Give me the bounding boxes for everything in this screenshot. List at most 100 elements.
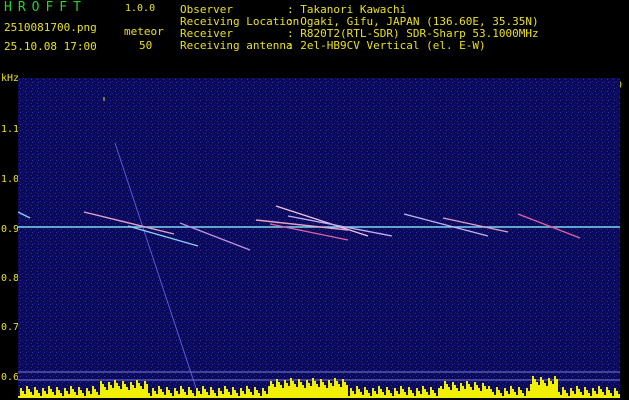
histogram-bar — [128, 390, 130, 398]
histogram-bar — [114, 380, 116, 398]
histogram-bar — [430, 387, 432, 398]
histogram-bar — [546, 386, 548, 398]
histogram-bar — [552, 384, 554, 398]
histogram-bar — [306, 380, 308, 398]
histogram-bar — [246, 386, 248, 398]
histogram-bar — [208, 395, 210, 398]
histogram-bar — [24, 394, 26, 398]
histogram-bar — [368, 393, 370, 398]
histogram-bar — [398, 394, 400, 398]
histogram-bar — [596, 394, 598, 398]
histogram-bar — [324, 385, 326, 398]
histogram-bar — [322, 382, 324, 398]
histogram-bar — [234, 390, 236, 398]
histogram-bar — [332, 386, 334, 398]
histogram-bar — [200, 394, 202, 398]
histogram-bar — [32, 395, 34, 398]
histogram-bar — [270, 381, 272, 398]
histogram-bar — [52, 392, 54, 398]
histogram-bar — [352, 391, 354, 398]
histogram-bar — [310, 386, 312, 398]
y-tick-1-1: 1.1 — [1, 124, 20, 135]
histogram-bar — [518, 387, 520, 398]
histogram-bar — [606, 387, 608, 398]
histogram-bar — [314, 381, 316, 398]
histogram-bar — [402, 389, 404, 398]
histogram-bar — [180, 386, 182, 398]
histogram-bar — [152, 388, 154, 398]
histogram-bar — [418, 391, 420, 398]
histogram-bar — [520, 390, 522, 398]
histogram-bar — [582, 395, 584, 398]
histogram-bar — [258, 393, 260, 398]
histogram-bar — [238, 396, 240, 398]
histogram-bar — [124, 384, 126, 398]
histogram-bar — [462, 386, 464, 398]
file-name: 2510081700.png — [4, 21, 97, 34]
histogram-bar — [174, 388, 176, 398]
histogram-bar — [170, 393, 172, 398]
date-time: 25.10.08 17:00 — [4, 40, 97, 53]
histogram-bar — [422, 386, 424, 398]
histogram-bar — [496, 387, 498, 398]
histogram-bar — [356, 386, 358, 398]
histogram-bar — [108, 382, 110, 398]
histogram-bar — [226, 389, 228, 398]
histogram-bar — [266, 394, 268, 398]
histogram-bar — [320, 379, 322, 398]
histogram-bar — [110, 385, 112, 398]
histogram-bar — [182, 389, 184, 398]
histogram-bar — [452, 382, 454, 398]
histogram-bar — [556, 379, 558, 398]
histogram-bar — [82, 393, 84, 398]
histogram-bar — [268, 386, 270, 398]
histogram-bar — [264, 391, 266, 398]
histogram-bar — [534, 379, 536, 398]
histogram-bar — [66, 391, 68, 398]
histogram-bar — [148, 393, 150, 398]
histogram-bar — [554, 376, 556, 398]
histogram-bar — [384, 395, 386, 398]
histogram-bar — [598, 386, 600, 398]
histogram-bar — [150, 396, 152, 398]
histogram-bar — [144, 381, 146, 398]
histogram-bar — [166, 387, 168, 398]
histogram-bar — [78, 387, 80, 398]
histogram-bar — [388, 390, 390, 398]
histogram-bar — [456, 388, 458, 398]
y-tick-0-9: 0.9 — [1, 224, 20, 235]
histogram-bar — [524, 396, 526, 398]
histogram-bar — [72, 389, 74, 398]
histogram-bar — [426, 392, 428, 398]
histogram-bar — [400, 386, 402, 398]
histogram-bar — [262, 388, 264, 398]
histogram-bar — [118, 386, 120, 398]
histogram-bar — [420, 394, 422, 398]
histogram-bar — [612, 396, 614, 398]
histogram-bar — [362, 395, 364, 398]
histogram-bar — [126, 387, 128, 398]
histogram-bar — [80, 390, 82, 398]
histogram-bar — [350, 388, 352, 398]
histogram-bar — [76, 395, 78, 398]
histogram-bar — [494, 395, 496, 398]
histogram-bar — [168, 390, 170, 398]
histogram-bar — [210, 387, 212, 398]
histogram-bar — [586, 390, 588, 398]
histogram-bar — [446, 384, 448, 398]
histogram-bar — [526, 388, 528, 398]
histogram-bar — [272, 384, 274, 398]
histogram-bar — [562, 387, 564, 398]
histogram-bar — [522, 393, 524, 398]
histogram-bar — [60, 393, 62, 398]
histogram-bar — [22, 391, 24, 398]
histogram-bar — [578, 389, 580, 398]
histogram-bar — [206, 392, 208, 398]
histogram-bar — [392, 396, 394, 398]
histogram-bar — [158, 386, 160, 398]
noise-background — [18, 78, 620, 398]
histogram-bar — [162, 392, 164, 398]
histogram-bar — [308, 383, 310, 398]
histogram-bar — [44, 391, 46, 398]
histogram-bar — [42, 388, 44, 398]
